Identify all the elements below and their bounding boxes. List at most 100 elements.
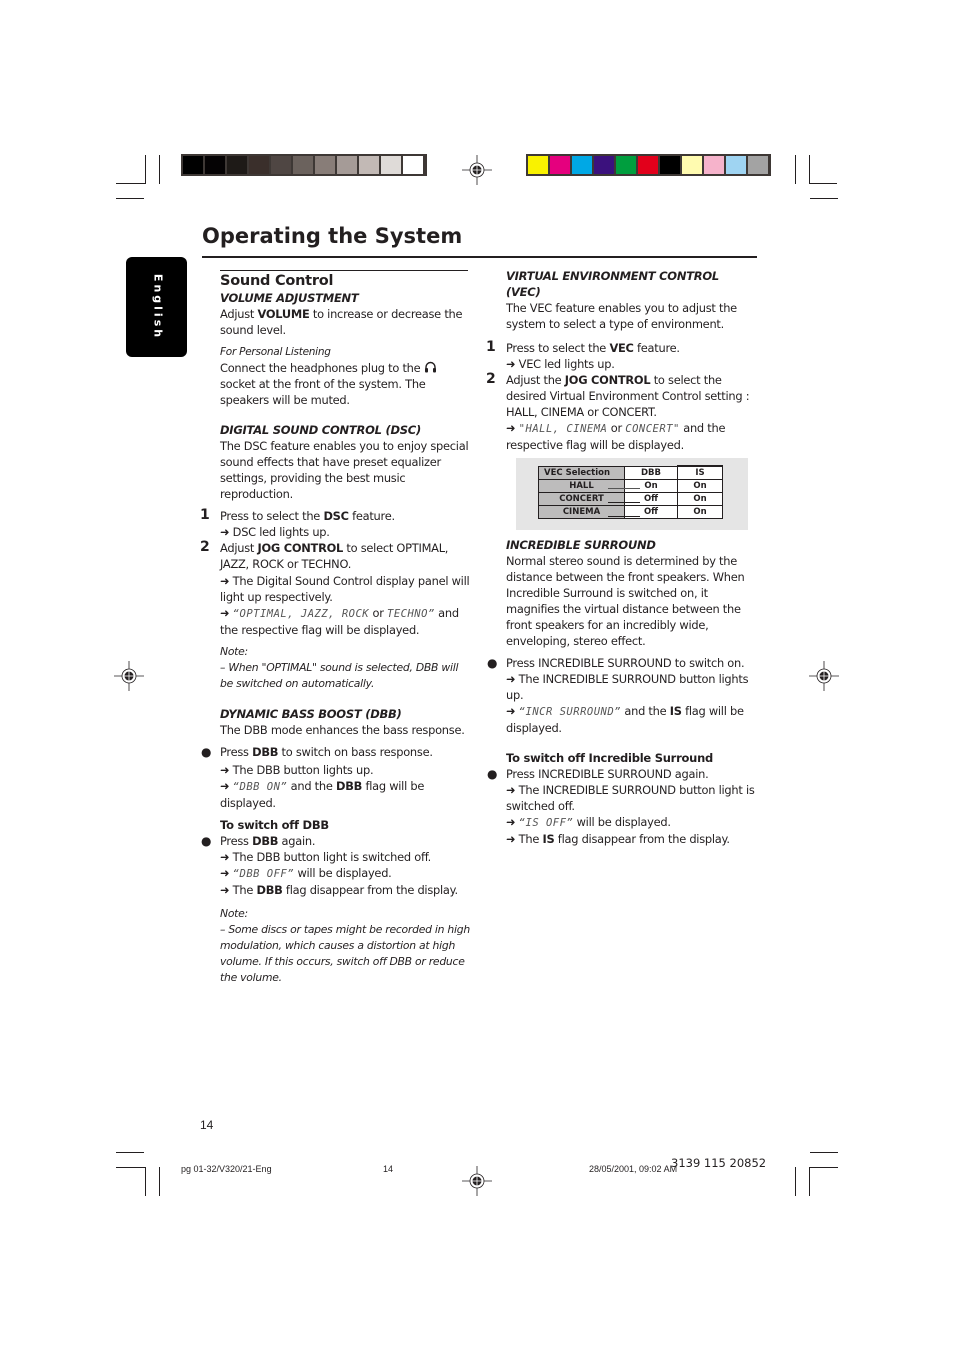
right-column: VIRTUAL ENVIRONMENT CONTROL (VEC) The VE… [486,268,756,453]
color-swatch [271,156,291,174]
arrow-icon: ➜ [220,763,230,777]
color-swatch [748,156,768,174]
registration-crosshair-icon [114,661,144,691]
vec-step-2: 2 Adjust the JOG CONTROL to select the d… [486,371,750,452]
is-bullet-1: ● Press INCREDIBLE SURROUND to switch on… [487,656,749,735]
color-calibration-bar [526,154,771,176]
table-cell: CONCERT [538,492,625,506]
vec-table: VEC Selection DBB IS HALL On On CONCERT … [538,465,723,519]
registration-crosshair-icon [809,661,839,691]
personal-listening-heading: For Personal Listening [220,346,331,358]
table-cell: Off [624,492,678,506]
grayscale-calibration-bar [181,154,427,176]
table-row: HALL On On [538,479,723,493]
arrow-icon: ➜ [506,421,516,435]
color-swatch [205,156,225,174]
dbb-intro: The DBB mode enhances the bass response. [220,723,465,737]
arrow-icon: ➜ [506,783,516,797]
dbb-bullet-2: ● Press DBB again. ➜ The DBB button ligh… [201,834,458,897]
vec-step-1: 1 Press to select the VEC feature. ➜ VEC… [486,339,680,371]
color-swatch [293,156,313,174]
arrow-icon: ➜ [220,866,230,880]
page-title: Operating the System [202,224,463,248]
personal-listening-text: Connect the headphones plug to the socke… [220,360,470,408]
color-swatch [616,156,636,174]
is-bullet-2: ● Press INCREDIBLE SURROUND again. ➜ The… [487,767,755,846]
arrow-icon: ➜ [220,574,230,588]
color-swatch [403,156,423,174]
arrow-icon: ➜ [506,832,516,846]
headphones-icon [424,361,436,373]
left-column: Sound Control VOLUME ADJUSTMENT Adjust V… [200,272,470,986]
footer-page: 14 [383,1164,394,1174]
dbb-note-text: – Some discs or tapes might be recorded … [220,923,470,984]
dsc-heading: DIGITAL SOUND CONTROL (DSC) [220,423,421,437]
table-cell: On [677,492,723,506]
arrow-icon: ➜ [506,357,516,371]
title-divider [202,256,757,258]
table-header: DBB [624,465,678,480]
dbb-note-label: Note: [220,907,248,920]
table-cell: On [677,505,723,519]
is-heading: INCREDIBLE SURROUND [506,538,656,552]
dbb-off-heading: To switch off DBB [220,818,329,832]
registration-crosshair-icon [462,155,492,185]
right-column-lower: INCREDIBLE SURROUND Normal stereo sound … [487,537,756,847]
is-intro: Normal stereo sound is determined by the… [506,554,745,648]
dsc-step-1: 1 Press to select the DSC feature. ➜ DSC… [200,507,395,539]
volume-text: Adjust VOLUME to increase or decrease th… [220,307,463,337]
vec-heading: VIRTUAL ENVIRONMENT CONTROL (VEC) [506,269,719,299]
color-swatch [726,156,746,174]
dsc-intro: The DSC feature enables you to enjoy spe… [220,439,469,501]
arrow-icon: ➜ [220,779,230,793]
color-swatch [682,156,702,174]
arrow-icon: ➜ [506,704,516,718]
color-swatch [528,156,548,174]
color-swatch [638,156,658,174]
arrow-icon: ➜ [220,850,230,864]
arrow-icon: ➜ [506,815,516,829]
dsc-note-label: Note: [220,645,248,658]
page-number: 14 [200,1118,214,1132]
arrow-icon: ➜ [220,883,230,897]
color-swatch [594,156,614,174]
section-divider [220,270,468,271]
bullet-icon: ● [487,767,498,781]
color-swatch [183,156,203,174]
arrow-icon: ➜ [220,606,230,620]
table-cell: On [624,479,678,493]
table-row: CONCERT Off On [538,492,723,506]
color-swatch [704,156,724,174]
color-swatch [660,156,680,174]
volume-heading: VOLUME ADJUSTMENT [220,291,359,305]
dbb-bullet-1: ● Press DBB to switch on bass response. … [201,745,433,810]
arrow-icon: ➜ [220,525,230,539]
bullet-icon: ● [201,834,212,848]
table-header-row: VEC Selection DBB IS [538,465,723,480]
is-off-heading: To switch off Incredible Surround [506,751,714,765]
bullet-icon: ● [201,745,212,759]
color-swatch [572,156,592,174]
dbb-heading: DYNAMIC BASS BOOST (DBB) [220,707,402,721]
language-label: English [151,273,165,341]
table-header: VEC Selection [538,465,625,480]
vec-intro: The VEC feature enables you to adjust th… [506,301,737,331]
table-cell: On [677,479,723,493]
arrow-icon: ➜ [506,672,516,686]
registration-crosshair-icon [462,1166,492,1196]
dsc-note-text: – When "OPTIMAL" sound is selected, DBB … [220,661,459,690]
bullet-icon: ● [487,656,498,670]
table-header: IS [677,465,723,480]
footer-datetime: 28/05/2001, 09:02 AM [589,1164,678,1174]
color-swatch [315,156,335,174]
footer-file: pg 01-32/V320/21-Eng [181,1164,272,1174]
color-swatch [227,156,247,174]
color-swatch [337,156,357,174]
table-cell: HALL [538,479,625,493]
dsc-step-2: 2 Adjust JOG CONTROL to select OPTIMAL, … [200,539,470,637]
color-swatch [381,156,401,174]
section-title: Sound Control [220,273,334,289]
color-swatch [359,156,379,174]
footer-code: 3139 115 20852 [671,1156,767,1170]
color-swatch [550,156,570,174]
